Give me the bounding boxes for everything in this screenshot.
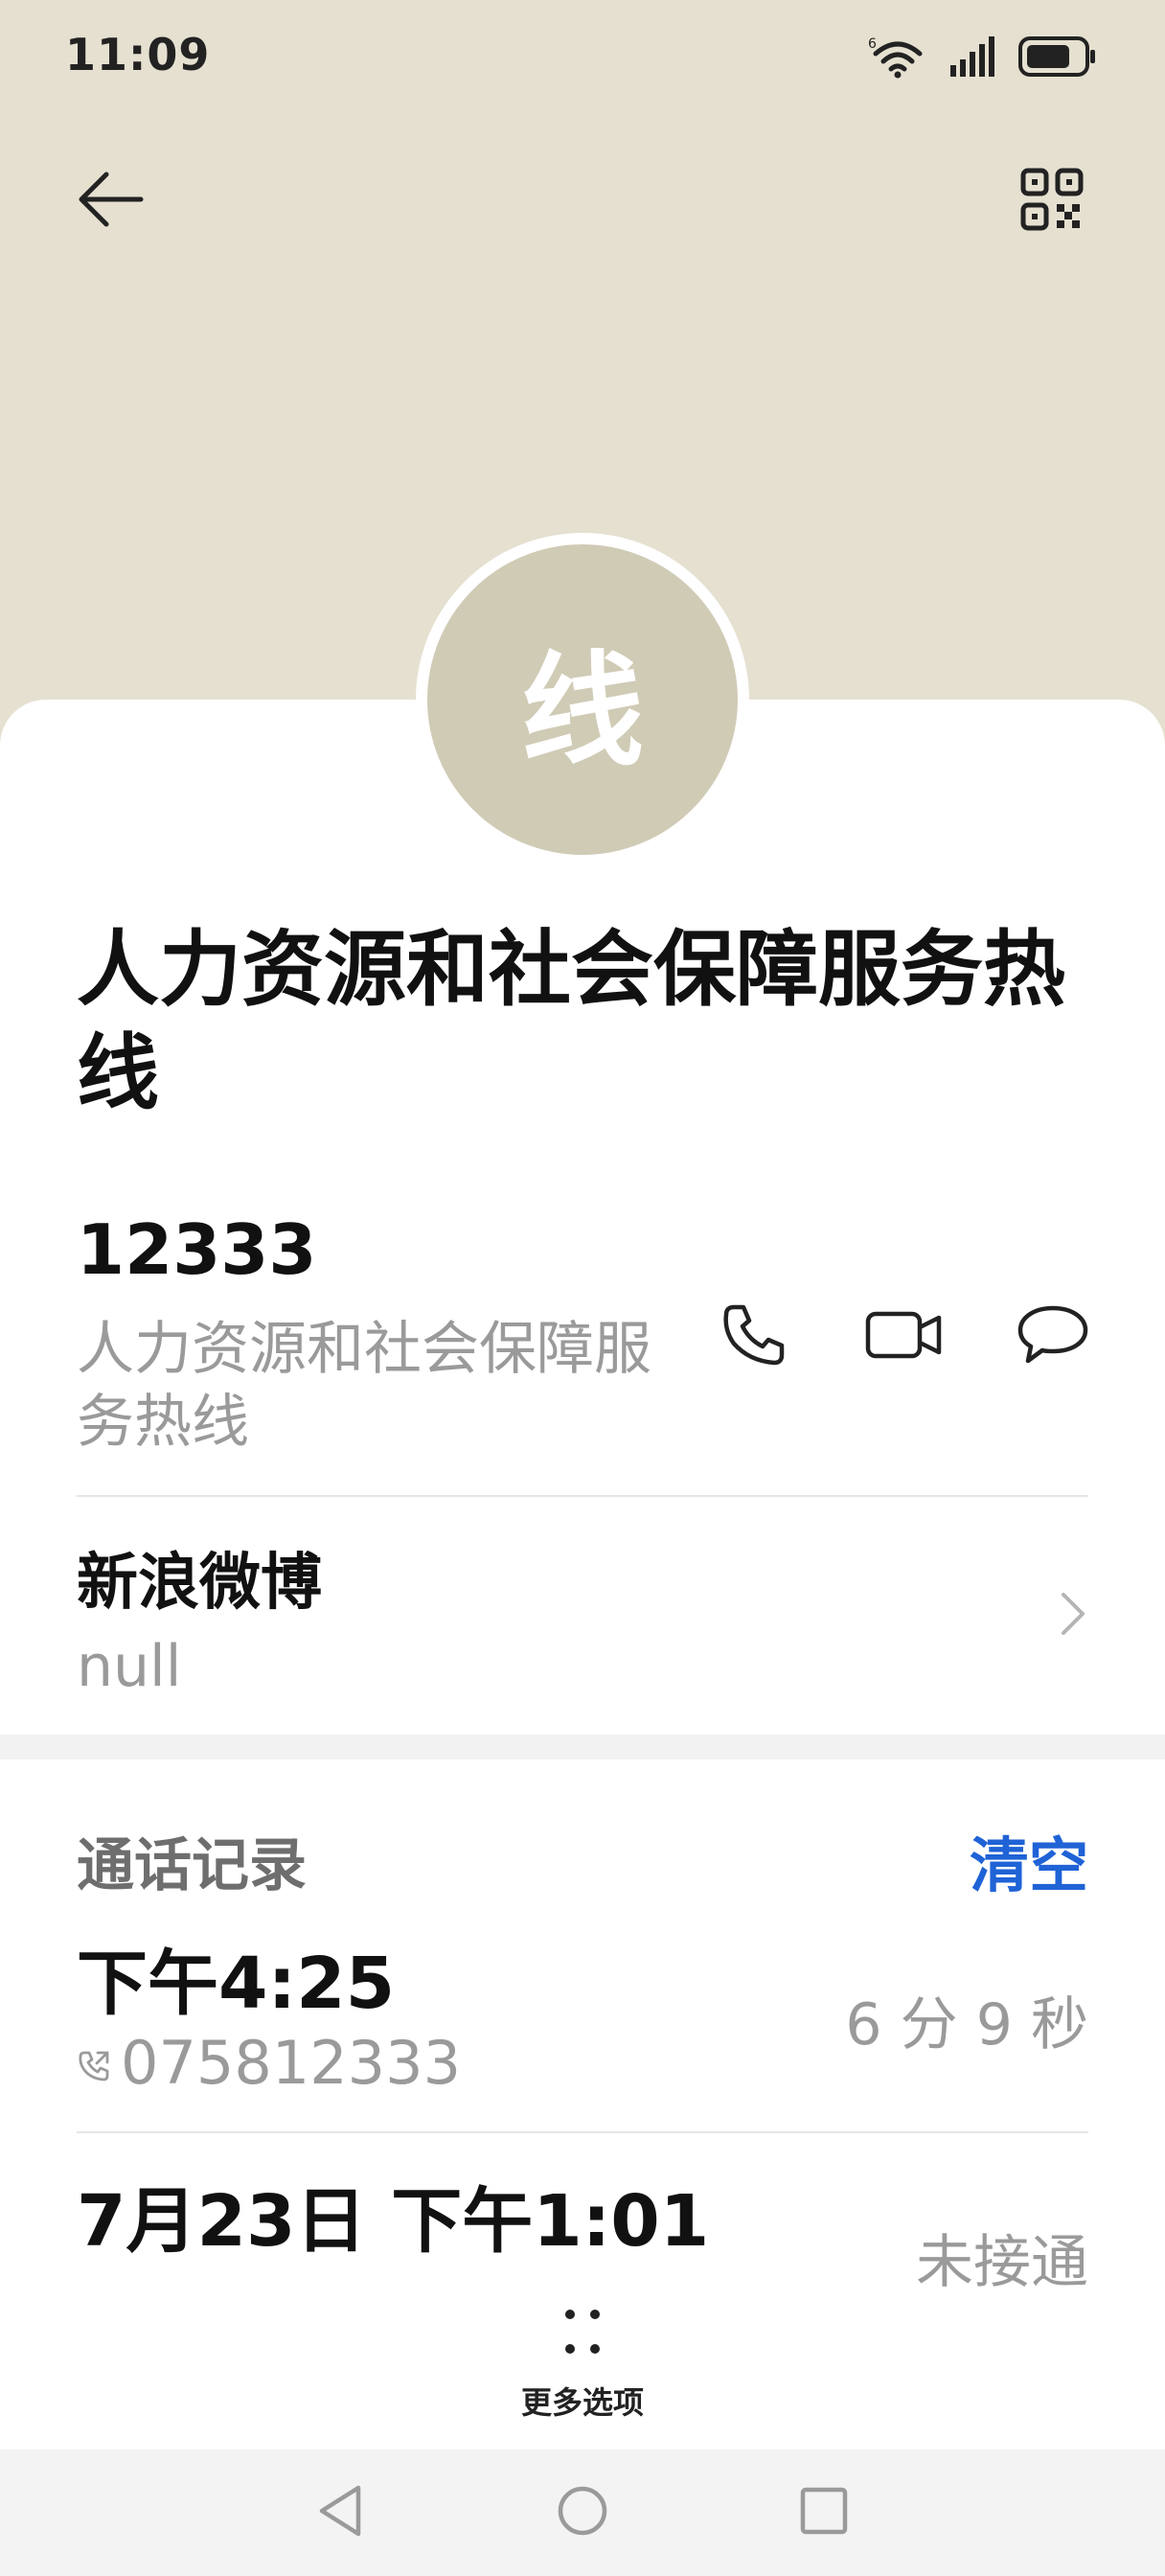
call-button[interactable] <box>711 1294 797 1380</box>
weibo-title[interactable]: 新浪微博 <box>77 1533 322 1622</box>
battery-icon <box>1017 35 1098 81</box>
call-log-title: 通话记录 <box>77 1832 307 1899</box>
call-log-number-text: 075812333 <box>121 2028 462 2098</box>
divider <box>77 2131 1088 2133</box>
nav-recents-button[interactable] <box>789 2478 858 2547</box>
phone-icon <box>720 1301 788 1372</box>
phone-number[interactable]: 12333 <box>77 1209 317 1290</box>
weibo-value: null <box>77 1633 182 1700</box>
clear-call-log-button[interactable]: 清空 <box>970 1817 1088 1903</box>
contact-name: 人力资源和社会保障服务热线 <box>77 922 1065 1121</box>
more-dots-icon <box>554 2304 611 2361</box>
back-triangle-icon <box>314 2482 368 2543</box>
avatar: 线 <box>427 544 738 855</box>
divider <box>77 1495 1088 1497</box>
message-button[interactable] <box>1010 1294 1096 1380</box>
back-button[interactable] <box>73 163 149 240</box>
message-icon <box>1017 1303 1089 1370</box>
arrow-left-icon <box>78 171 145 232</box>
nav-home-button[interactable] <box>548 2478 617 2547</box>
call-log-status: 未接通 <box>916 2229 1088 2296</box>
outgoing-call-icon <box>77 2028 111 2098</box>
nav-back-button[interactable] <box>307 2478 376 2547</box>
qr-code-icon <box>1020 168 1084 235</box>
call-log-time: 7月23日 下午1:01 <box>77 2180 710 2263</box>
more-options-button[interactable]: 更多选项 <box>487 2304 678 2428</box>
video-call-icon <box>864 1308 943 1366</box>
wifi-icon: 6 <box>868 34 927 82</box>
status-time: 11:09 <box>65 29 211 80</box>
chevron-right-icon <box>1059 1590 1087 1642</box>
section-separator <box>0 1735 1165 1760</box>
status-icons: 6 <box>868 34 1098 82</box>
home-circle-icon <box>554 2482 611 2543</box>
more-options-label: 更多选项 <box>520 2384 644 2421</box>
call-log-number: 075812333 <box>77 2028 461 2098</box>
video-call-button[interactable] <box>860 1294 947 1380</box>
call-log-duration: 6 分 9 秒 <box>845 1991 1088 2058</box>
signal-icon <box>948 36 996 80</box>
navigation-bar <box>0 2450 1165 2576</box>
call-log-time: 下午4:25 <box>77 1943 396 2025</box>
recents-square-icon <box>797 2484 851 2542</box>
phone-label: 人力资源和社会保障服务热线 <box>77 1316 651 1456</box>
avatar-letter: 线 <box>520 639 644 783</box>
qr-code-button[interactable] <box>1016 165 1088 238</box>
weibo-chevron[interactable] <box>1054 1587 1092 1644</box>
svg-text:6: 6 <box>868 36 877 52</box>
